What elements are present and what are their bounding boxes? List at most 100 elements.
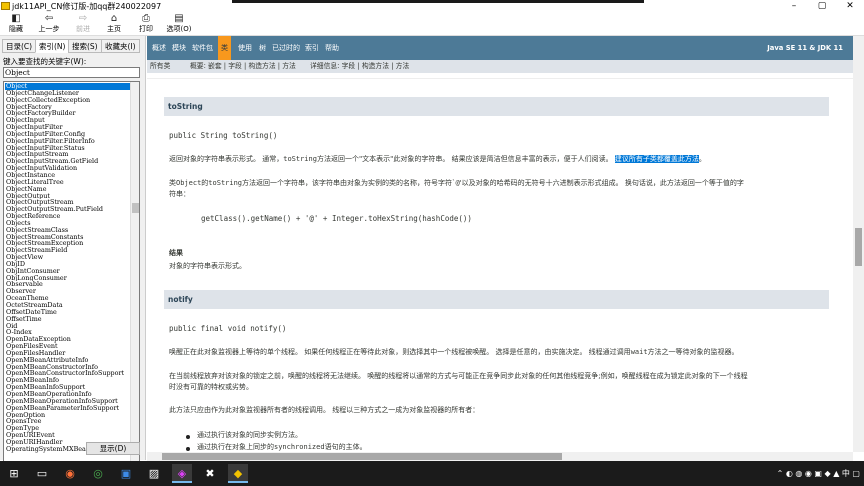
index-list-item[interactable]: Oid bbox=[5, 323, 130, 330]
doc-vertical-scroll-thumb[interactable] bbox=[855, 228, 862, 266]
tab-search[interactable]: 搜索(S) bbox=[68, 39, 102, 53]
nav-package[interactable]: 软件包 bbox=[192, 36, 213, 60]
nav-class[interactable]: 类 bbox=[218, 36, 231, 60]
overlay-bar bbox=[232, 0, 644, 3]
index-list-item[interactable]: OpenOption bbox=[5, 412, 130, 419]
hide-button[interactable]: ◧ 隐藏 bbox=[3, 13, 29, 35]
index-list-item[interactable]: OpenDataException bbox=[5, 336, 130, 343]
index-list-item[interactable]: ObjectChangeListener bbox=[5, 90, 130, 97]
index-list-item[interactable]: OffsetTime bbox=[5, 316, 130, 323]
index-list-item[interactable]: ObjectStreamConstants bbox=[5, 234, 130, 241]
index-list-item[interactable]: ObjID bbox=[5, 261, 130, 268]
start-icon[interactable]: ⊞ bbox=[4, 464, 24, 483]
all-classes-link[interactable]: 所有类 bbox=[150, 60, 170, 73]
nav-help[interactable]: 帮助 bbox=[325, 36, 339, 60]
index-list-item[interactable]: ObjectStreamClass bbox=[5, 227, 130, 234]
index-list-item[interactable]: OpenMBeanInfo bbox=[5, 377, 130, 384]
doc-horizontal-scrollbar[interactable] bbox=[147, 452, 853, 461]
index-list-item[interactable]: Observer bbox=[5, 288, 130, 295]
index-list-item[interactable]: ObjectLiteralTree bbox=[5, 179, 130, 186]
doc-content: toString public String toString() 返回对象的字… bbox=[147, 79, 853, 452]
index-list-item[interactable]: ObjectInputStream.GetField bbox=[5, 158, 130, 165]
show-button[interactable]: 显示(D) bbox=[86, 442, 140, 455]
ide-icon[interactable]: ◈ bbox=[172, 464, 192, 483]
index-list-item[interactable]: ObjectFactoryBuilder bbox=[5, 110, 130, 117]
tostring-code-example: getClass().getName() + '@' + Integer.toH… bbox=[201, 214, 472, 223]
index-list-item[interactable]: Object bbox=[5, 83, 130, 90]
index-list-item[interactable]: ObjectOutputStream bbox=[5, 199, 130, 206]
print-button[interactable]: ⎙ 打印 bbox=[135, 13, 157, 35]
xmind-icon[interactable]: ✖ bbox=[200, 464, 220, 483]
nav-use[interactable]: 使用 bbox=[238, 36, 252, 60]
index-list-item[interactable]: ObjLongConsumer bbox=[5, 275, 130, 282]
index-list-item[interactable]: ObjectInputFilter.Status bbox=[5, 145, 130, 152]
close-button[interactable]: ✕ bbox=[836, 0, 864, 12]
index-list-item[interactable]: ObjectInputFilter.FilterInfo bbox=[5, 138, 130, 145]
index-list-item[interactable]: ObjectInputStream bbox=[5, 151, 130, 158]
index-list-item[interactable]: ObjectName bbox=[5, 186, 130, 193]
taskview-icon[interactable]: ▭ bbox=[32, 464, 52, 483]
index-list-item[interactable]: ObjectCollectedException bbox=[5, 97, 130, 104]
index-list-item[interactable]: ObjectInputFilter.Config bbox=[5, 131, 130, 138]
back-button[interactable]: ⇦ 上一步 bbox=[36, 13, 62, 35]
firefox-icon[interactable]: ◉ bbox=[60, 464, 80, 483]
nav-index[interactable]: 索引 bbox=[305, 36, 319, 60]
index-list-item[interactable]: ObjectInput bbox=[5, 117, 130, 124]
doc-vertical-scrollbar[interactable] bbox=[853, 36, 864, 452]
summary-links[interactable]: 概要: 嵌套 | 字段 | 构造方法 | 方法 bbox=[190, 60, 296, 73]
forward-button[interactable]: ⇨ 前进 bbox=[72, 13, 94, 35]
index-list-item[interactable]: OffsetDateTime bbox=[5, 309, 130, 316]
index-list-scroll-thumb[interactable] bbox=[132, 203, 139, 213]
index-list-item[interactable]: OpenMBeanOperationInfoSupport bbox=[5, 398, 130, 405]
index-list-item[interactable]: Objects bbox=[5, 220, 130, 227]
index-list-item[interactable]: ObjectView bbox=[5, 254, 130, 261]
index-list-item[interactable]: ObjectOutput bbox=[5, 193, 130, 200]
index-list-item[interactable]: OpenURIEvent bbox=[5, 432, 130, 439]
nav-tree[interactable]: 树 bbox=[259, 36, 266, 60]
index-list-item[interactable]: OpenFilesEvent bbox=[5, 343, 130, 350]
index-list-item[interactable]: ObjectInstance bbox=[5, 172, 130, 179]
index-list-item[interactable]: ObjIntConsumer bbox=[5, 268, 130, 275]
index-list-item[interactable]: OpenMBeanConstructorInfoSupport bbox=[5, 370, 130, 377]
index-list-item[interactable]: OceanTheme bbox=[5, 295, 130, 302]
tab-index[interactable]: 索引(N) bbox=[35, 39, 70, 53]
index-list-item[interactable]: OpenFilesHandler bbox=[5, 350, 130, 357]
home-button[interactable]: ⌂ 主页 bbox=[103, 13, 125, 35]
index-list-scrollbar[interactable] bbox=[130, 82, 139, 473]
maximize-button[interactable]: ▢ bbox=[808, 0, 836, 12]
index-list-item[interactable]: ObjectInputFilter bbox=[5, 124, 130, 131]
app-icon-blue[interactable]: ▣ bbox=[116, 464, 136, 483]
index-list-item[interactable]: OpenMBeanConstructorInfo bbox=[5, 364, 130, 371]
index-list-item[interactable]: ObjectReference bbox=[5, 213, 130, 220]
minimize-button[interactable]: – bbox=[780, 0, 808, 12]
nav-module[interactable]: 模块 bbox=[172, 36, 186, 60]
chrome-icon[interactable]: ◎ bbox=[88, 464, 108, 483]
index-list-item[interactable]: Observable bbox=[5, 281, 130, 288]
index-list-item[interactable]: O-Index bbox=[5, 329, 130, 336]
detail-links[interactable]: 详细信息: 字段 | 构造方法 | 方法 bbox=[310, 60, 409, 73]
hide-icon: ◧ bbox=[11, 13, 21, 24]
nav-deprecated[interactable]: 已过时的 bbox=[272, 36, 300, 60]
tab-contents[interactable]: 目录(C) bbox=[2, 39, 37, 53]
index-list[interactable]: Object ObjectChangeListener ObjectCollecte… bbox=[3, 81, 140, 474]
index-list-item[interactable]: ObjectInputValidation bbox=[5, 165, 130, 172]
doc-horizontal-scroll-thumb[interactable] bbox=[162, 453, 562, 460]
index-list-item[interactable]: OpensTree bbox=[5, 418, 130, 425]
index-list-item[interactable]: OpenMBeanAttributeInfo bbox=[5, 357, 130, 364]
keyword-input[interactable]: Object bbox=[3, 67, 140, 78]
options-button[interactable]: ▤ 选项(O) bbox=[164, 13, 194, 35]
index-list-item[interactable]: ObjectStreamException bbox=[5, 240, 130, 247]
system-tray[interactable]: ⌃ ◐ ◍ ◉ ▣ ◆ ▲ 中 ▢ bbox=[777, 461, 860, 486]
nav-overview[interactable]: 概述 bbox=[152, 36, 166, 60]
app-icon-typora[interactable]: ▨ bbox=[144, 464, 164, 483]
tab-favorites[interactable]: 收藏夹(I) bbox=[101, 39, 140, 53]
index-list-item[interactable]: ObjectOutputStream.PutField bbox=[5, 206, 130, 213]
chm-viewer-icon[interactable]: ◆ bbox=[228, 464, 248, 483]
index-list-item[interactable]: ObjectStreamField bbox=[5, 247, 130, 254]
index-list-item[interactable]: OpenType bbox=[5, 425, 130, 432]
index-list-item[interactable]: OpenMBeanOperationInfo bbox=[5, 391, 130, 398]
index-list-item[interactable]: OctetStreamData bbox=[5, 302, 130, 309]
index-list-item[interactable]: OpenMBeanParameterInfoSupport bbox=[5, 405, 130, 412]
index-list-item[interactable]: OpenMBeanInfoSupport bbox=[5, 384, 130, 391]
index-list-item[interactable]: ObjectFactory bbox=[5, 104, 130, 111]
